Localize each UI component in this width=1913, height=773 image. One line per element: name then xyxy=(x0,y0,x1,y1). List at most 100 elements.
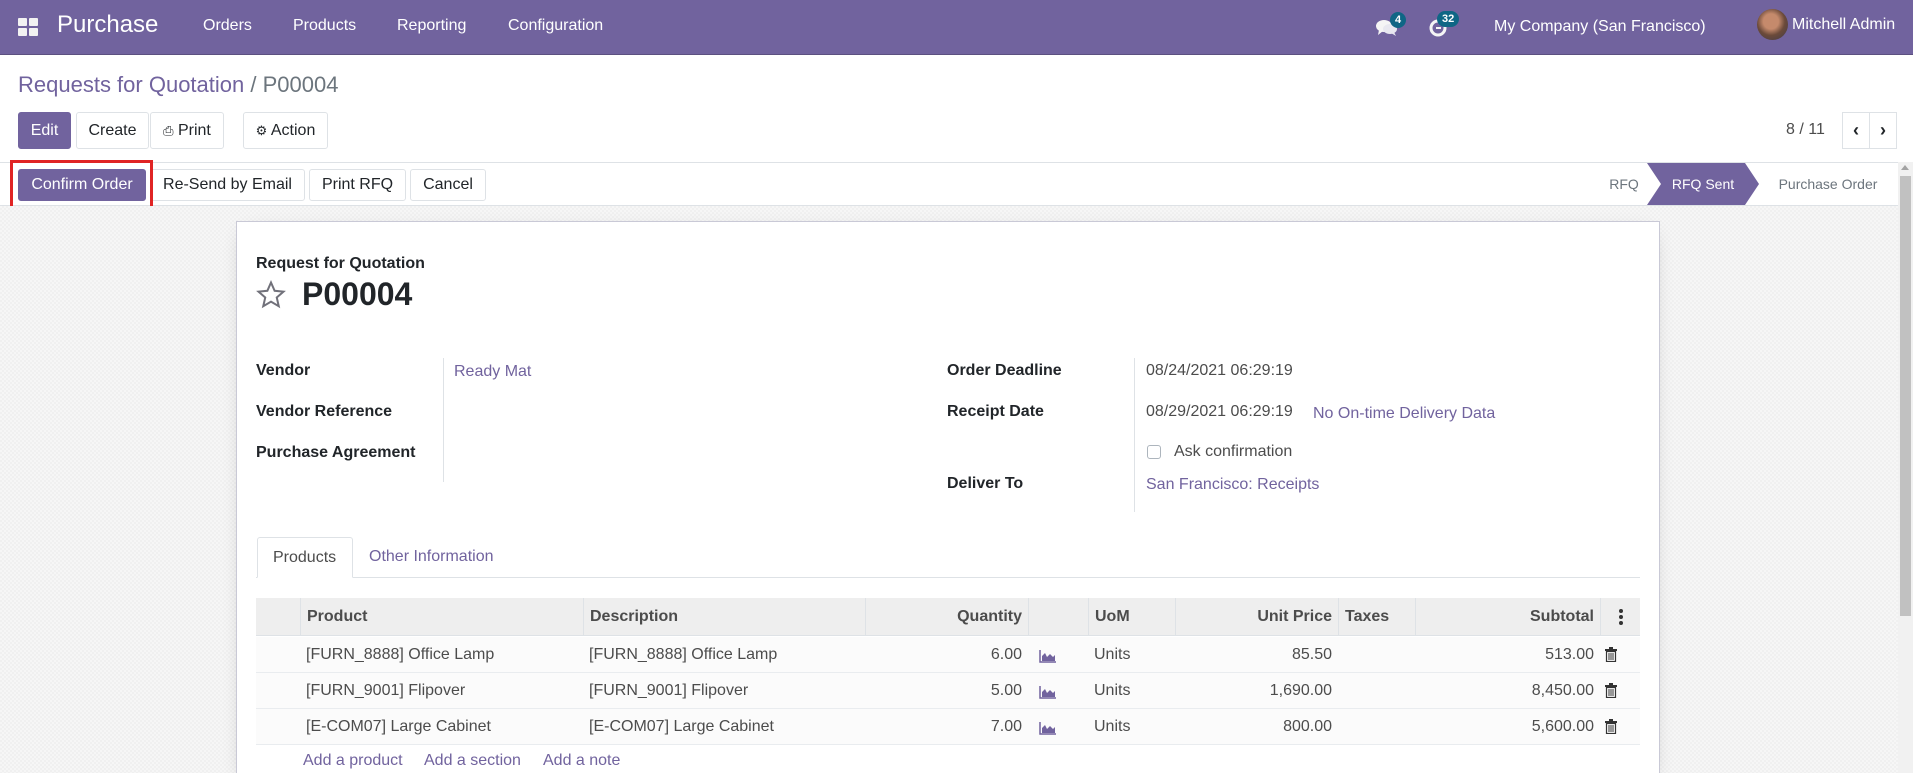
print-rfq-button[interactable]: Print RFQ xyxy=(309,169,406,201)
column-forecast xyxy=(1028,598,1088,636)
activities-button[interactable]: 32 xyxy=(1428,11,1460,42)
order-deadline-label: Order Deadline xyxy=(947,362,1062,379)
action-button-label: Action xyxy=(270,122,316,139)
activities-count-badge: 32 xyxy=(1437,11,1460,27)
stage-rfq-sent[interactable]: RFQ Sent xyxy=(1661,163,1745,205)
tab-products[interactable]: Products xyxy=(257,537,353,578)
forecast-chart-icon[interactable] xyxy=(1039,721,1057,735)
row-description[interactable]: [FURN_9001] Flipover xyxy=(583,673,754,709)
row-description[interactable]: [FURN_8888] Office Lamp xyxy=(583,637,783,673)
star-icon[interactable] xyxy=(256,280,286,310)
row-subtotal: 5,600.00 xyxy=(1531,718,1594,735)
company-switcher[interactable]: My Company (San Francisco) xyxy=(1494,18,1706,36)
stage-rfq[interactable]: RFQ xyxy=(1594,163,1654,205)
row-product[interactable]: [FURN_9001] Flipover xyxy=(300,673,471,709)
table-row[interactable]: [E-COM07] Large Cabinet [E-COM07] Large … xyxy=(256,709,1640,745)
row-unit-price[interactable]: 85.50 xyxy=(1175,637,1338,673)
column-taxes[interactable]: Taxes xyxy=(1338,598,1415,636)
on-time-delivery-info[interactable]: No On-time Delivery Data xyxy=(1313,405,1495,423)
column-product[interactable]: Product xyxy=(300,598,583,636)
row-quantity[interactable]: 5.00 xyxy=(865,673,1028,709)
column-unit-price[interactable]: Unit Price xyxy=(1175,598,1338,636)
row-product[interactable]: [FURN_8888] Office Lamp xyxy=(300,637,500,673)
add-section-link[interactable]: Add a section xyxy=(424,752,521,770)
row-taxes[interactable] xyxy=(1338,673,1415,709)
right-group-divider xyxy=(1134,358,1135,512)
page-scrollbar[interactable] xyxy=(1898,162,1913,773)
order-lines-header: Product Description Quantity UoM Unit Pr… xyxy=(256,598,1640,636)
status-bar: Confirm Order Re-Send by Email Print RFQ… xyxy=(0,162,1898,206)
row-uom[interactable]: Units xyxy=(1088,709,1136,745)
column-quantity[interactable]: Quantity xyxy=(865,598,1028,636)
top-navbar: Purchase Orders Products Reporting Confi… xyxy=(0,0,1913,55)
chevron-left-icon: ‹ xyxy=(1853,120,1859,140)
tab-other-information[interactable]: Other Information xyxy=(354,537,509,578)
add-note-link[interactable]: Add a note xyxy=(543,752,620,770)
menu-products[interactable]: Products xyxy=(293,17,356,35)
table-row[interactable]: [FURN_9001] Flipover [FURN_9001] Flipove… xyxy=(256,673,1640,709)
chevron-right-icon: › xyxy=(1880,120,1886,140)
trash-icon[interactable] xyxy=(1605,719,1617,734)
cancel-button[interactable]: Cancel xyxy=(410,169,486,201)
action-button[interactable]: ⚙ Action xyxy=(243,112,328,149)
messages-button[interactable]: 4 xyxy=(1376,12,1407,43)
column-description[interactable]: Description xyxy=(583,598,865,636)
resend-by-email-button[interactable]: Re-Send by Email xyxy=(150,169,305,201)
vendor-label: Vendor xyxy=(256,362,311,379)
breadcrumb-separator: / xyxy=(250,72,257,97)
optional-columns-toggle[interactable] xyxy=(1600,598,1640,636)
menu-configuration[interactable]: Configuration xyxy=(508,17,603,35)
row-taxes[interactable] xyxy=(1338,709,1415,745)
row-uom[interactable]: Units xyxy=(1088,673,1136,709)
printer-icon: ⎙ xyxy=(163,123,174,138)
row-taxes[interactable] xyxy=(1338,637,1415,673)
menu-reporting[interactable]: Reporting xyxy=(397,17,466,35)
vertical-dots-icon xyxy=(1618,608,1623,625)
forecast-chart-icon[interactable] xyxy=(1039,649,1057,663)
user-avatar[interactable] xyxy=(1757,9,1788,40)
pager-next-button[interactable]: › xyxy=(1869,112,1897,149)
receipt-date-value[interactable]: 08/29/2021 06:29:19 xyxy=(1146,403,1293,421)
breadcrumb-current: P00004 xyxy=(262,72,339,97)
create-button[interactable]: Create xyxy=(76,112,149,149)
breadcrumb: Requests for Quotation / P00004 xyxy=(18,72,338,98)
stage-purchase-order[interactable]: Purchase Order xyxy=(1770,163,1886,205)
row-uom[interactable]: Units xyxy=(1088,637,1136,673)
row-unit-price[interactable]: 1,690.00 xyxy=(1175,673,1338,709)
row-subtotal: 8,450.00 xyxy=(1531,682,1594,699)
row-description[interactable]: [E-COM07] Large Cabinet xyxy=(583,709,780,745)
messages-count-badge: 4 xyxy=(1390,12,1407,28)
gear-icon: ⚙ xyxy=(255,123,268,138)
add-product-link[interactable]: Add a product xyxy=(303,752,403,770)
row-product[interactable]: [E-COM07] Large Cabinet xyxy=(300,709,497,745)
row-unit-price[interactable]: 800.00 xyxy=(1175,709,1338,745)
vendor-reference-label: Vendor Reference xyxy=(256,403,393,420)
receipt-date-label: Receipt Date xyxy=(947,403,1044,420)
row-quantity[interactable]: 6.00 xyxy=(865,637,1028,673)
scroll-up-arrow-icon[interactable] xyxy=(1901,165,1909,170)
row-quantity[interactable]: 7.00 xyxy=(865,709,1028,745)
apps-menu-icon[interactable] xyxy=(18,18,38,36)
scrollbar-thumb[interactable] xyxy=(1900,176,1911,616)
trash-icon[interactable] xyxy=(1605,683,1617,698)
print-button[interactable]: ⎙ Print xyxy=(150,112,224,149)
vendor-value[interactable]: Ready Mat xyxy=(454,363,531,381)
column-subtotal[interactable]: Subtotal xyxy=(1415,598,1600,636)
order-deadline-value[interactable]: 08/24/2021 06:29:19 xyxy=(1146,362,1293,380)
ask-confirmation-checkbox[interactable] xyxy=(1147,445,1161,459)
deliver-to-value[interactable]: San Francisco: Receipts xyxy=(1146,476,1319,494)
table-row[interactable]: [FURN_8888] Office Lamp [FURN_8888] Offi… xyxy=(256,637,1640,673)
form-subtitle: Request for Quotation xyxy=(256,255,425,272)
forecast-chart-icon[interactable] xyxy=(1039,685,1057,699)
user-menu[interactable]: Mitchell Admin xyxy=(1792,16,1895,34)
print-button-label: Print xyxy=(177,122,211,139)
menu-orders[interactable]: Orders xyxy=(203,17,252,35)
column-uom[interactable]: UoM xyxy=(1088,598,1175,636)
edit-button[interactable]: Edit xyxy=(18,112,71,149)
left-group-divider xyxy=(443,358,444,482)
app-name[interactable]: Purchase xyxy=(57,11,158,39)
record-name: P00004 xyxy=(302,276,413,312)
trash-icon[interactable] xyxy=(1605,647,1617,662)
pager-previous-button[interactable]: ‹ xyxy=(1842,112,1870,149)
breadcrumb-parent-link[interactable]: Requests for Quotation xyxy=(18,72,244,97)
